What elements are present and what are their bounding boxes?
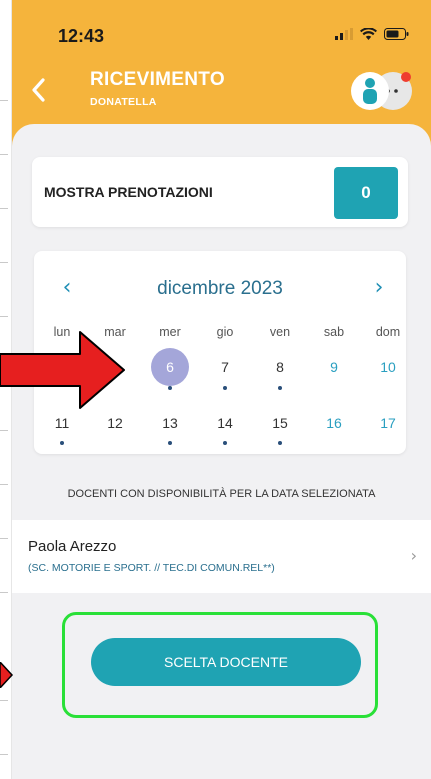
edge-tick: [0, 262, 8, 263]
calendar-day[interactable]: 11: [34, 415, 90, 431]
chevron-right-icon: ›: [410, 546, 417, 565]
teacher-subjects: (SC. MOTORIE E SPORT. // TEC.DI COMUN.RE…: [28, 562, 275, 574]
bookings-label: MOSTRA PRENOTAZIONI: [44, 184, 213, 200]
availability-dot: [223, 386, 227, 390]
back-arrow-icon[interactable]: [26, 75, 52, 105]
calendar-day-weekend[interactable]: 16: [306, 415, 362, 431]
bookings-card: MOSTRA PRENOTAZIONI 0: [32, 157, 408, 227]
weekday-label: gio: [216, 325, 234, 339]
calendar-day[interactable]: 7: [197, 359, 253, 375]
teacher-name: Paola Arezzo: [28, 538, 117, 555]
highlight-frame: [62, 612, 378, 718]
page-subtitle: DONATELLA: [90, 96, 157, 108]
calendar-day-weekend[interactable]: 17: [360, 415, 416, 431]
edge-tick: [0, 700, 8, 701]
edge-tick: [0, 430, 8, 431]
weekday-label: sab: [323, 325, 345, 339]
profile-avatars[interactable]: [348, 68, 418, 114]
app-header: RICEVIMENTO DONATELLA: [12, 65, 431, 125]
annotation-arrow-icon: [0, 331, 125, 409]
availability-dot: [168, 441, 172, 445]
arrow-tip-icon: [0, 662, 14, 688]
page-title: RICEVIMENTO: [90, 69, 225, 90]
edge-tick: [0, 316, 8, 317]
status-bar: 12:43: [12, 0, 431, 70]
edge-tick: [0, 154, 8, 155]
edge-tick: [0, 754, 8, 755]
calendar-day[interactable]: 13: [142, 415, 198, 431]
availability-dot: [223, 441, 227, 445]
weekday-label: ven: [269, 325, 291, 339]
calendar-day[interactable]: 14: [197, 415, 253, 431]
bookings-count-button[interactable]: 0: [334, 167, 398, 219]
weekday-label: dom: [375, 325, 401, 339]
availability-dot: [278, 386, 282, 390]
signal-icon: [335, 28, 353, 40]
availability-dot: [60, 441, 64, 445]
edge-tick: [0, 592, 8, 593]
weekday-label: mer: [159, 325, 181, 339]
calendar-day[interactable]: 15: [252, 415, 308, 431]
teacher-list-item[interactable]: Paola Arezzo (SC. MOTORIE E SPORT. // TE…: [12, 520, 431, 593]
battery-icon: [384, 28, 409, 40]
calendar-day[interactable]: 8: [252, 359, 308, 375]
edge-tick: [0, 538, 8, 539]
calendar-day[interactable]: 12: [87, 415, 143, 431]
edge-tick: [0, 484, 8, 485]
calendar-day-selected[interactable]: 6: [142, 359, 198, 375]
calendar-month-title: dicembre 2023: [157, 278, 283, 299]
wifi-icon: [360, 28, 377, 40]
availability-dot: [168, 386, 172, 390]
next-month-button[interactable]: ›: [364, 275, 394, 300]
availability-dot: [278, 441, 282, 445]
teachers-section-heading: DOCENTI CON DISPONIBILITÀ PER LA DATA SE…: [67, 488, 376, 500]
calendar-day-weekend[interactable]: 9: [306, 359, 362, 375]
edge-tick: [0, 100, 8, 101]
status-icons: [335, 28, 409, 40]
status-time: 12:43: [58, 26, 105, 46]
calendar-day-weekend[interactable]: 10: [360, 359, 416, 375]
edge-tick: [0, 208, 8, 209]
